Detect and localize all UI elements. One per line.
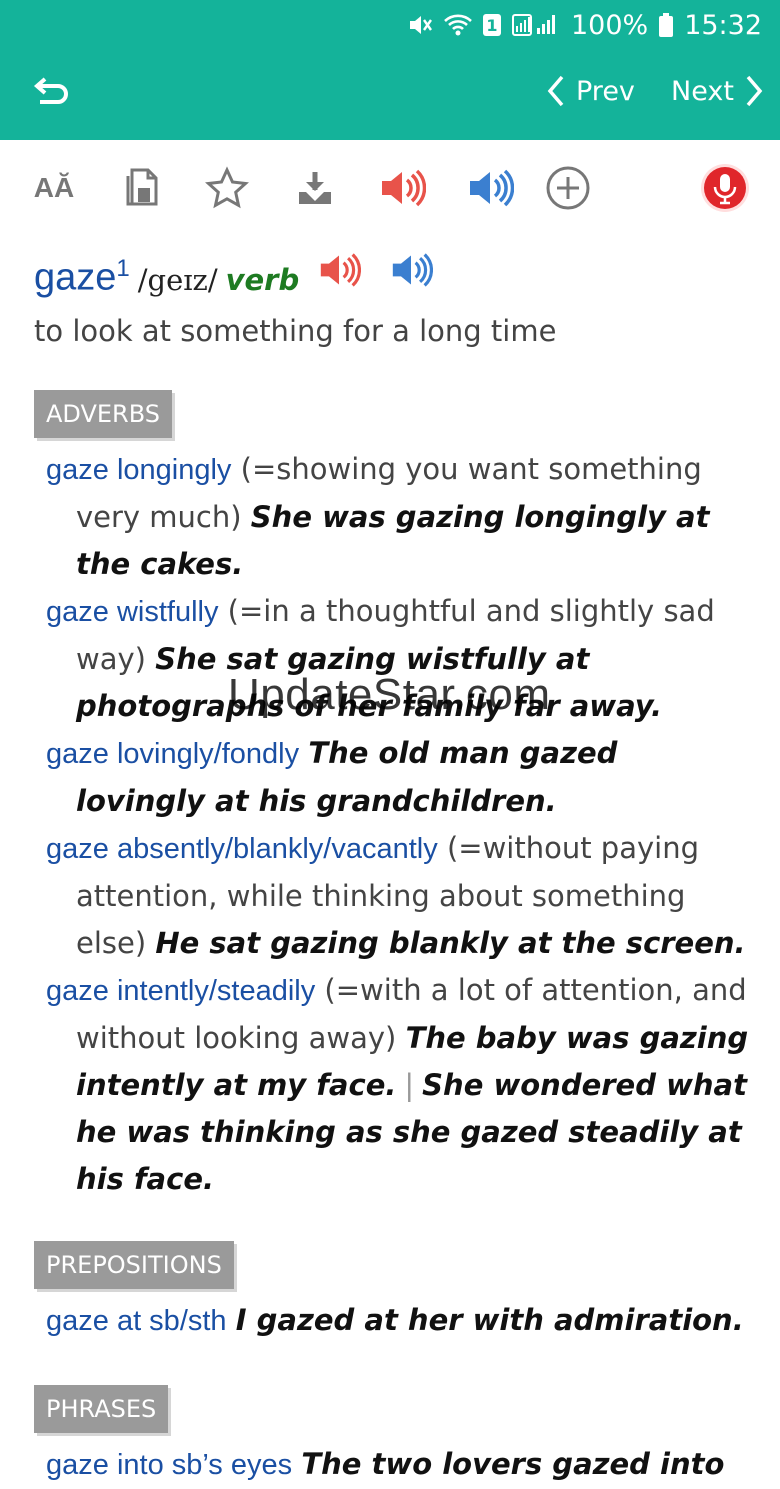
watermark: UpdateStar.com <box>228 670 551 719</box>
chevron-right-icon <box>746 75 763 107</box>
download-button[interactable] <box>287 160 343 216</box>
collocation-link[interactable]: gaze at sb/sth <box>46 1305 227 1337</box>
download-icon <box>299 172 331 204</box>
wifi-icon <box>443 12 473 38</box>
sim-badge: 1 <box>482 14 501 36</box>
mute-icon <box>407 12 433 38</box>
definition: to look at something for a long time <box>34 314 557 348</box>
collocation-link[interactable]: gaze longingly <box>46 454 231 486</box>
entry-american-audio-button[interactable] <box>389 250 434 290</box>
list-item: gaze into sb’s eyes The two lovers gazed… <box>34 1441 754 1489</box>
example: I gazed at her with admiration. <box>235 1303 744 1337</box>
collocation-link[interactable]: gaze wistfully <box>46 596 218 628</box>
headword: gaze1 <box>34 255 130 300</box>
voice-record-button[interactable] <box>697 160 753 216</box>
play-american-audio-button[interactable] <box>462 160 518 216</box>
font-size-icon: AĂ <box>33 172 75 203</box>
section-adverbs: ADVERBS <box>34 390 173 438</box>
prepositions-list: gaze at sb/sth I gazed at her with admir… <box>34 1297 754 1345</box>
clock: 15:32 <box>684 9 762 41</box>
dictionary-entry: gaze1 /geɪz/ verb to look at something f… <box>34 250 754 1489</box>
toolbar: AĂ <box>0 160 780 220</box>
list-item: gaze at sb/sth I gazed at her with admir… <box>34 1297 754 1345</box>
example: The two lovers gazed into <box>301 1447 725 1481</box>
copy-icon <box>126 168 158 206</box>
prev-button[interactable]: Prev <box>546 74 635 108</box>
example: He sat gazing blankly at the screen. <box>155 926 746 960</box>
back-button[interactable] <box>30 74 70 114</box>
star-icon <box>205 166 249 209</box>
entry-british-audio-button[interactable] <box>317 250 362 290</box>
next-label: Next <box>671 75 734 107</box>
headword-number: 1 <box>116 255 130 283</box>
app-header: 1 100% 15:32 Prev Next <box>0 0 780 140</box>
collocation-link[interactable]: gaze absently/blankly/vacantly <box>46 833 438 865</box>
prev-label: Prev <box>576 75 635 107</box>
back-arrow-icon <box>33 77 68 104</box>
battery-percent: 100% <box>570 9 649 41</box>
collocation-link[interactable]: gaze into sb’s eyes <box>46 1449 292 1481</box>
list-item: gaze absently/blankly/vacantly (=without… <box>34 825 754 967</box>
nav-bar: Prev Next <box>0 62 780 126</box>
list-item: gaze intently/steadily (=with a lot of a… <box>34 967 754 1203</box>
signal-icon <box>511 12 561 38</box>
speaker-red-icon <box>321 253 362 287</box>
font-size-button[interactable]: AĂ <box>26 160 82 216</box>
status-bar: 1 100% 15:32 <box>407 8 762 42</box>
example-separator: | <box>404 1068 415 1102</box>
copy-button[interactable] <box>112 160 168 216</box>
speaker-blue-icon <box>393 253 434 287</box>
add-icon <box>546 166 590 210</box>
pronunciation: /geɪz/ <box>137 263 218 297</box>
battery-icon <box>658 12 674 38</box>
chevron-left-icon <box>547 75 564 107</box>
phrases-list: gaze into sb’s eyes The two lovers gazed… <box>34 1441 754 1489</box>
list-item: gaze longingly (=showing you want someth… <box>34 446 754 588</box>
play-british-audio-button[interactable] <box>374 160 430 216</box>
speaker-red-icon <box>382 169 426 207</box>
headword-row: gaze1 /geɪz/ verb <box>34 250 754 312</box>
microphone-icon <box>701 164 749 212</box>
speaker-blue-icon <box>470 169 514 207</box>
add-button[interactable] <box>540 160 596 216</box>
section-prepositions: PREPOSITIONS <box>34 1241 234 1289</box>
collocation-link[interactable]: gaze lovingly/fondly <box>46 738 299 770</box>
part-of-speech: verb <box>225 263 300 297</box>
collocation-link[interactable]: gaze intently/steadily <box>46 975 315 1007</box>
gloss <box>299 736 308 770</box>
adverbs-list: gaze longingly (=showing you want someth… <box>34 446 754 1203</box>
section-phrases: PHRASES <box>34 1385 169 1433</box>
favorite-button[interactable] <box>199 160 255 216</box>
list-item: gaze lovingly/fondly The old man gazed l… <box>34 730 754 825</box>
next-button[interactable]: Next <box>671 74 764 108</box>
headword-text: gaze <box>34 257 117 299</box>
